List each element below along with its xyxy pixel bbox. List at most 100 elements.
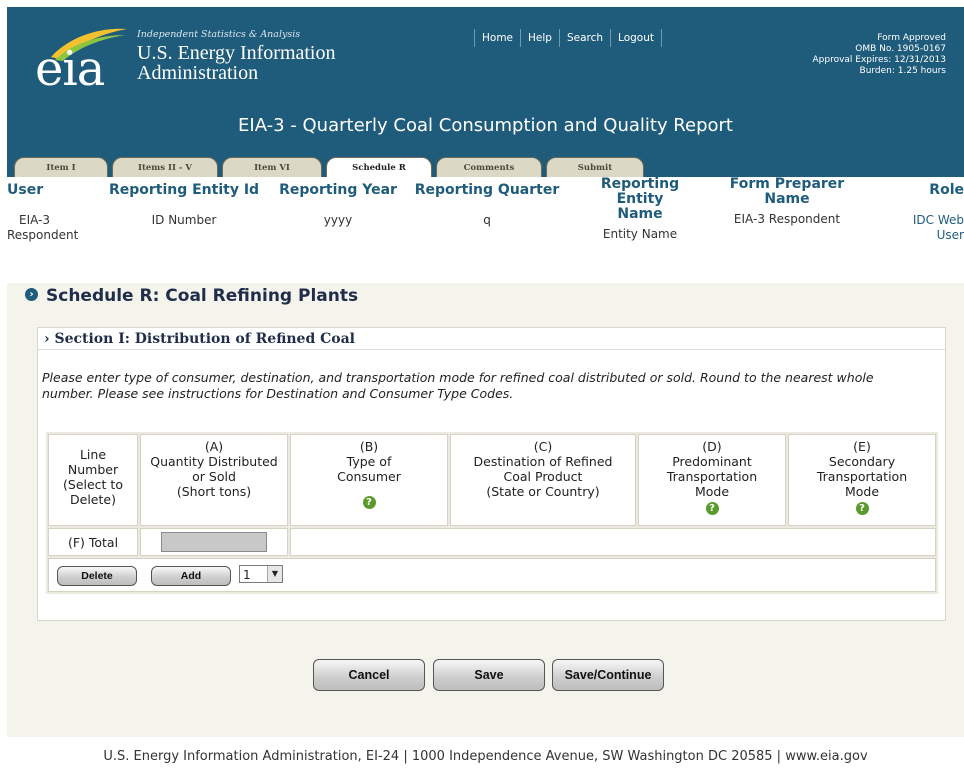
column-header-line-number: Line Number (Select to Delete) — [48, 434, 138, 526]
header-line: (A) — [204, 439, 224, 454]
form-preparer-heading-line2: Name — [764, 191, 810, 207]
role-value: IDC Web User — [879, 213, 964, 243]
help-icon[interactable]: ? — [705, 502, 719, 515]
omb-line: Approval Expires: 12/31/2013 — [812, 55, 946, 65]
org-name-line1: U.S. Energy Information — [137, 42, 336, 64]
total-row: (F) Total — [48, 528, 936, 556]
header-line: or Sold — [192, 469, 236, 484]
column-header-quantity: (A) Quantity Distributed or Sold (Short … — [140, 434, 288, 526]
add-rows-button[interactable]: Add — [151, 566, 231, 586]
schedule-title: › Schedule R: Coal Refining Plants — [25, 286, 358, 306]
header-line: (Select to — [63, 477, 123, 492]
nav-help-link[interactable]: Help — [520, 29, 559, 47]
add-rows-count-select[interactable]: 1 ▼ — [239, 565, 283, 583]
instructions-text: Please enter type of consumer, destinati… — [42, 370, 874, 401]
org-name: U.S. Energy Information Administration — [137, 43, 336, 83]
header-line: Delete) — [70, 492, 116, 507]
entity-name-column: Reporting Entity Name Entity Name — [577, 177, 703, 242]
header-line: (State or Country) — [486, 484, 600, 499]
tab-comments[interactable]: Comments — [436, 157, 542, 178]
entity-name-value: Entity Name — [602, 227, 678, 241]
header-line: (Short tons) — [176, 484, 252, 499]
column-header-destination: (C) Destination of Refined Coal Product … — [450, 434, 636, 526]
header-line: Mode — [844, 484, 880, 499]
tab-schedule-r[interactable]: Schedule R — [326, 157, 432, 178]
form-preparer-heading-line1: Form Preparer — [729, 176, 845, 192]
site-header: eia Independent Statistics & Analysis U.… — [7, 7, 964, 178]
save-button[interactable]: Save — [433, 659, 545, 691]
tab-item-vi[interactable]: Item VI — [222, 157, 322, 178]
distribution-table: Line Number (Select to Delete) (A) Quant… — [46, 432, 938, 594]
user-value-line1: EIA-3 — [19, 213, 51, 227]
header-line: Mode — [694, 484, 730, 499]
reporting-year-value: yyyy — [323, 213, 353, 227]
reporting-info-bar: User EIA-3 Respondent Reporting Entity I… — [7, 177, 964, 283]
chevron-down-icon: ▼ — [267, 566, 282, 582]
nav-home-link[interactable]: Home — [474, 29, 520, 47]
site-footer: U.S. Energy Information Administration, … — [7, 737, 964, 781]
chevron-right-icon: › — [25, 287, 38, 301]
role-value-line2: User — [936, 228, 964, 242]
row-controls-row: Delete Add 1 ▼ — [48, 558, 936, 592]
form-preparer-column: Form Preparer Name EIA-3 Respondent — [723, 177, 851, 227]
reporting-quarter-value: q — [483, 213, 491, 227]
column-header-predominant-mode: (D) Predominant Transportation Mode ? — [638, 434, 786, 526]
header-line: Transportation — [816, 469, 908, 484]
user-heading: User — [7, 182, 44, 198]
section-title: › Section I: Distribution of Refined Coa… — [38, 328, 945, 350]
reporting-quarter-column: Reporting Quarter q — [413, 183, 561, 228]
column-header-secondary-mode: (E) Secondary Transportation Mode ? — [788, 434, 936, 526]
row-controls-cell: Delete Add 1 ▼ — [48, 558, 936, 592]
role-column: Role IDC Web User — [879, 183, 964, 243]
total-cell — [140, 528, 288, 556]
help-icon[interactable]: ? — [362, 496, 376, 509]
header-line: Transportation — [666, 469, 758, 484]
header-line: (B) — [359, 439, 379, 454]
role-heading: Role — [929, 182, 964, 198]
omb-notice: Form Approved OMB No. 1905-0167 Approval… — [812, 33, 946, 77]
tab-submit[interactable]: Submit — [546, 157, 644, 178]
nav-logout-link[interactable]: Logout — [610, 29, 662, 47]
header-line: Type of — [346, 454, 392, 469]
header-line: (C) — [533, 439, 553, 454]
header-line: Number — [67, 462, 119, 477]
entity-name-heading-line2: Name — [617, 206, 663, 222]
header-line: Line — [79, 447, 107, 462]
help-icon[interactable]: ? — [855, 502, 869, 515]
header-line: (E) — [853, 439, 871, 454]
section-distribution-panel: › Section I: Distribution of Refined Coa… — [37, 327, 946, 621]
entity-id-value: ID Number — [151, 213, 217, 227]
logo-text: eia — [35, 41, 105, 97]
save-continue-button[interactable]: Save/Continue — [552, 659, 664, 691]
entity-name-heading-line1: Reporting Entity — [600, 176, 680, 207]
total-row-filler — [290, 528, 936, 556]
column-header-consumer-type: (B) Type of Consumer ? — [290, 434, 448, 526]
header-line: Consumer — [337, 469, 401, 484]
header-line: Predominant — [672, 454, 752, 469]
schedule-title-text: Schedule R: Coal Refining Plants — [46, 286, 359, 306]
tab-items-ii-v[interactable]: Items II - V — [112, 157, 218, 178]
top-nav: Home Help Search Logout — [474, 29, 662, 47]
reporting-quarter-heading: Reporting Quarter — [414, 182, 560, 198]
tagline: Independent Statistics & Analysis — [137, 29, 301, 40]
user-value: EIA-3 Respondent — [7, 213, 87, 243]
eia-logo[interactable]: eia — [35, 27, 135, 97]
tab-item-i[interactable]: Item I — [14, 157, 108, 178]
total-label: (F) Total — [48, 528, 138, 556]
header-line: Destination of Refined — [473, 454, 613, 469]
header-line: Quantity Distributed — [150, 454, 278, 469]
delete-rows-button[interactable]: Delete — [57, 566, 137, 586]
omb-line: Burden: 1.25 hours — [859, 66, 946, 76]
header-line: Coal Product — [503, 469, 583, 484]
user-column: User EIA-3 Respondent — [7, 183, 87, 243]
user-value-line2: Respondent — [7, 228, 79, 242]
form-title: EIA-3 - Quarterly Coal Consumption and Q… — [238, 115, 733, 136]
add-rows-count-value: 1 — [243, 568, 251, 582]
omb-line: OMB No. 1905-0167 — [855, 44, 946, 54]
role-value-line1: IDC Web — [912, 213, 964, 227]
reporting-year-heading: Reporting Year — [279, 182, 397, 198]
cancel-button[interactable]: Cancel — [313, 659, 425, 691]
nav-search-link[interactable]: Search — [558, 29, 610, 47]
reporting-year-column: Reporting Year yyyy — [275, 183, 401, 228]
entity-id-heading: Reporting Entity Id — [108, 182, 260, 198]
